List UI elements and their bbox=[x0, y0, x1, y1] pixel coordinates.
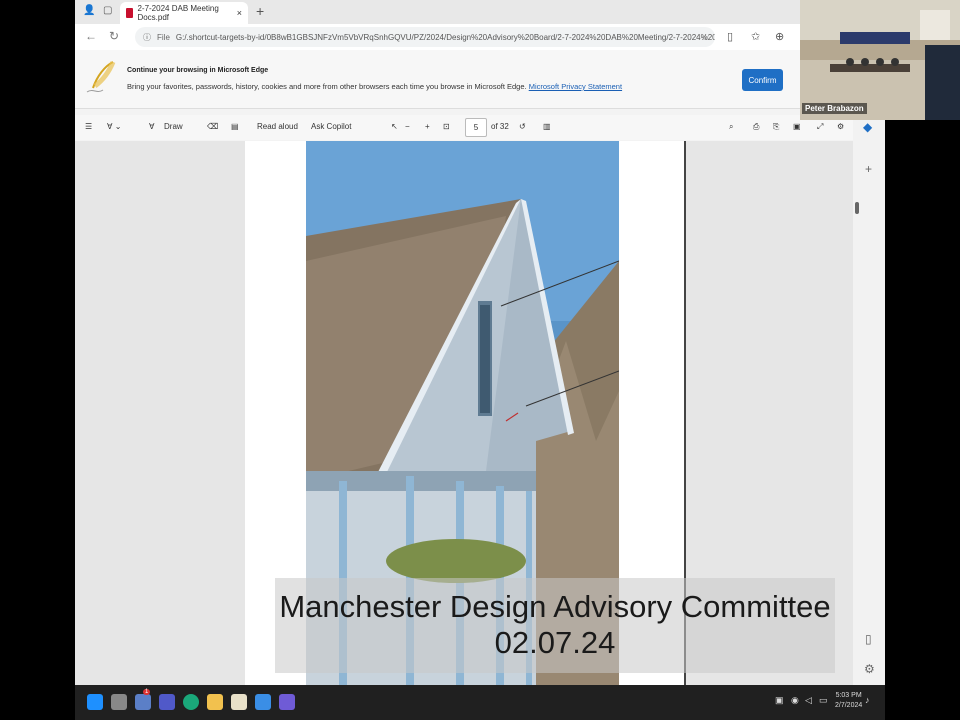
read-aloud-button[interactable]: Read aloud bbox=[257, 122, 298, 131]
profile-icon[interactable]: 👤 bbox=[83, 5, 95, 16]
address-prefix: File bbox=[157, 32, 170, 42]
page-view-icon[interactable]: ▥ bbox=[543, 122, 551, 131]
save-icon[interactable]: ⎘ bbox=[773, 122, 779, 132]
wifi-icon[interactable]: ◉ bbox=[791, 695, 799, 706]
reading-view-icon[interactable]: ▯ bbox=[727, 30, 733, 43]
ask-copilot-button[interactable]: Ask Copilot bbox=[311, 122, 351, 131]
draw-icon[interactable]: ∀ bbox=[149, 122, 154, 131]
extensions-icon[interactable]: ⊕ bbox=[775, 30, 784, 43]
caption-overlay: Manchester Design Advisory Committee 02.… bbox=[275, 578, 835, 673]
edge-icon[interactable] bbox=[183, 694, 199, 710]
highlight-icon[interactable]: ∀ ⌄ bbox=[107, 122, 121, 131]
fit-page-icon[interactable]: ⊡ bbox=[443, 122, 450, 131]
tray-chevron-icon[interactable]: ▣ bbox=[775, 695, 784, 706]
file-explorer-icon[interactable] bbox=[207, 694, 223, 710]
search-icon[interactable]: ⌕ bbox=[729, 122, 733, 132]
sidebar-settings-icon[interactable]: ⚙ bbox=[864, 662, 875, 676]
page-total: of 32 bbox=[491, 122, 509, 131]
zoom-out-icon[interactable]: − bbox=[405, 122, 410, 131]
edge-banner: Continue your browsing in Microsoft Edge… bbox=[75, 50, 885, 109]
tab-title: 2-7-2024 DAB Meeting Docs.pdf bbox=[137, 4, 219, 22]
eraser-icon[interactable]: ⌫ bbox=[207, 122, 218, 131]
banner-body: Bring your favorites, passwords, history… bbox=[127, 82, 527, 91]
close-tab-icon[interactable]: × bbox=[237, 8, 242, 18]
notification-bell-icon[interactable]: ♪ bbox=[865, 695, 870, 705]
address-bar[interactable]: ⓘ File G:/.shortcut-targets-by-id/0B8wB1… bbox=[135, 27, 715, 47]
copilot-icon[interactable]: ◆ bbox=[863, 120, 872, 134]
tab-pdf[interactable]: 2-7-2024 DAB Meeting Docs.pdf × bbox=[120, 2, 248, 24]
onedrive-icon[interactable] bbox=[135, 694, 151, 710]
print-icon[interactable]: ⎙ bbox=[753, 122, 759, 132]
address-row: ← ↻ ⓘ File G:/.shortcut-targets-by-id/0B… bbox=[75, 24, 885, 50]
fullscreen-icon[interactable]: ⤢ bbox=[817, 122, 823, 132]
taskbar: 1 ▣ ◉ ◁ ▭ 5:03 PM 2/7/2024 ♪ bbox=[75, 685, 885, 720]
refresh-icon[interactable]: ↻ bbox=[109, 29, 119, 43]
rotate-icon[interactable]: ↺ bbox=[519, 122, 526, 131]
volume-icon[interactable]: ◁ bbox=[805, 695, 812, 706]
text-icon[interactable]: ▤ bbox=[231, 122, 239, 131]
clock-time: 5:03 PM bbox=[835, 692, 862, 699]
teams-icon[interactable] bbox=[159, 694, 175, 710]
privacy-link[interactable]: Microsoft Privacy Statement bbox=[529, 82, 622, 91]
scrollbar-thumb[interactable] bbox=[855, 202, 859, 214]
browser-window: 👤 ▢ 2-7-2024 DAB Meeting Docs.pdf × + ← … bbox=[75, 0, 885, 685]
settings-gear-icon[interactable]: ⚙ bbox=[837, 122, 844, 131]
page-number-input[interactable]: 5 bbox=[465, 118, 487, 137]
start-icon[interactable] bbox=[87, 694, 103, 710]
battery-icon[interactable]: ▭ bbox=[819, 695, 828, 706]
contents-icon[interactable]: ☰ bbox=[85, 122, 92, 131]
new-tab-button[interactable]: + bbox=[256, 3, 264, 19]
confirm-button[interactable]: Confirm bbox=[742, 69, 783, 91]
clock-date: 2/7/2024 bbox=[835, 702, 863, 709]
video-feed: Peter Brabazon bbox=[800, 0, 960, 120]
clock[interactable]: 5:03 PM 2/7/2024 bbox=[835, 691, 862, 711]
banner-text: Bring your favorites, passwords, history… bbox=[127, 82, 622, 91]
right-sidebar: ◆ + ▯ ⚙ bbox=[853, 118, 885, 685]
draw-button[interactable]: Draw bbox=[164, 122, 183, 131]
participant-name: Peter Brabazon bbox=[802, 103, 867, 114]
task-view-icon[interactable] bbox=[111, 694, 127, 710]
mail-icon[interactable] bbox=[255, 694, 271, 710]
sidebar-toggle-icon[interactable]: ▯ bbox=[865, 632, 872, 646]
info-icon: ⓘ bbox=[143, 32, 151, 42]
back-icon[interactable]: ← bbox=[85, 29, 97, 43]
caption-date: 02.07.24 bbox=[494, 625, 616, 660]
save-as-icon[interactable]: ▣ bbox=[793, 122, 801, 131]
favorites-icon[interactable]: ✩ bbox=[751, 30, 760, 43]
meeting-room-image bbox=[800, 0, 960, 120]
zoom-in-icon[interactable]: + bbox=[425, 122, 430, 131]
tab-actions-icon[interactable]: ▢ bbox=[103, 5, 112, 16]
pdf-toolbar: ☰ ∀ ⌄ ∀ Draw ⌫ ▤ Read aloud Ask Copilot … bbox=[75, 115, 885, 140]
add-icon[interactable]: + bbox=[865, 162, 872, 176]
address-url: G:/.shortcut-targets-by-id/0B8wB1GBSJNFz… bbox=[175, 32, 715, 42]
notepad-icon[interactable] bbox=[231, 694, 247, 710]
feather-pen-icon bbox=[86, 61, 116, 93]
tab-strip: 👤 ▢ 2-7-2024 DAB Meeting Docs.pdf × + bbox=[75, 0, 885, 24]
pdf-icon bbox=[126, 8, 134, 18]
star-icon[interactable]: ☆ bbox=[702, 33, 709, 42]
app-icon[interactable] bbox=[279, 694, 295, 710]
cursor-icon: ↖ bbox=[391, 122, 398, 131]
banner-title: Continue your browsing in Microsoft Edge bbox=[127, 67, 269, 74]
caption-title: Manchester Design Advisory Committee bbox=[279, 589, 831, 624]
